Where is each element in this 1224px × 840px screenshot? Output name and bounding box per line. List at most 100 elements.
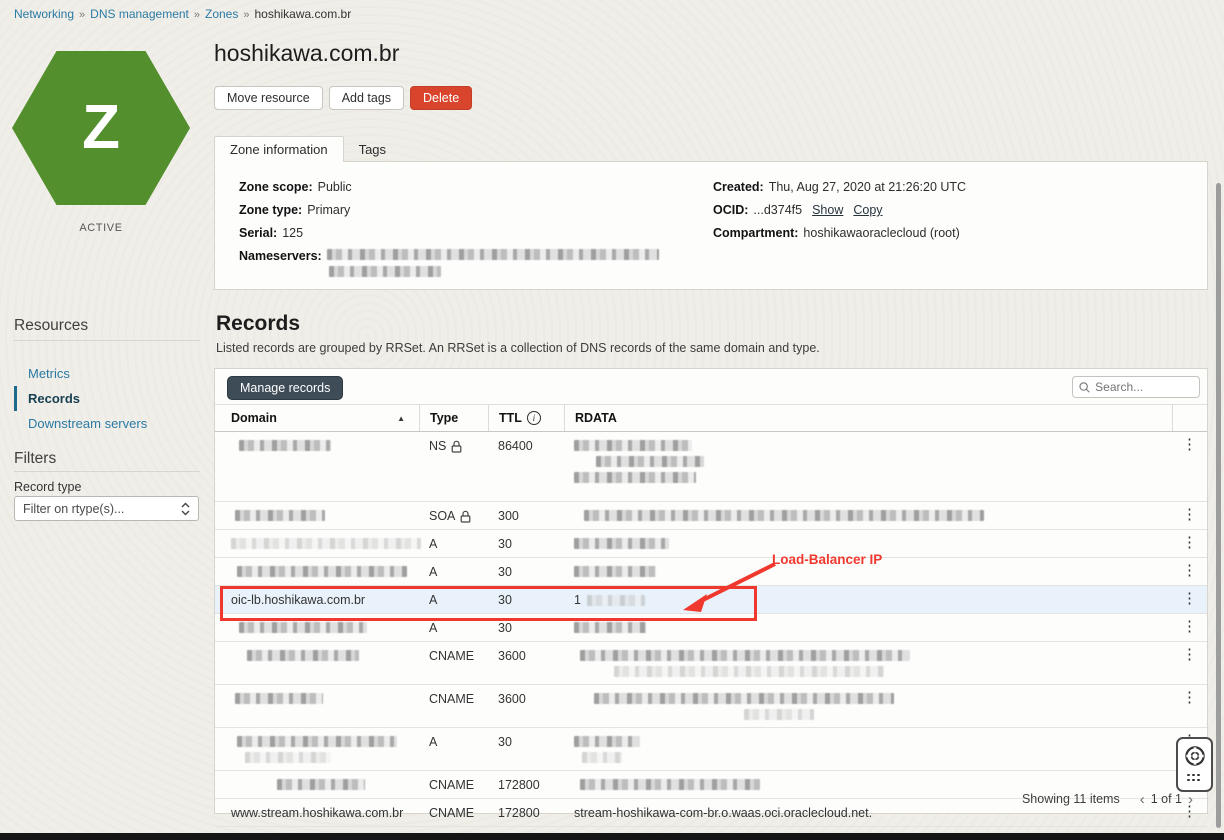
redacted-text — [580, 650, 910, 661]
record-type-cell: A — [419, 728, 488, 751]
record-actions-cell: ⋮ — [1172, 642, 1207, 662]
record-rdata-cell — [564, 614, 1172, 640]
table-row[interactable]: SOA300⋮ — [215, 502, 1207, 530]
table-row[interactable]: A30⋮ — [215, 530, 1207, 558]
vertical-scrollbar[interactable] — [1216, 183, 1221, 828]
move-resource-button[interactable]: Move resource — [214, 86, 323, 110]
redacted-text — [235, 510, 325, 521]
record-type-select[interactable]: Filter on rtype(s)... — [14, 496, 199, 521]
previous-page-chevron-icon[interactable]: ‹ — [1136, 792, 1149, 807]
breadcrumb-separator: » — [194, 9, 200, 21]
record-domain-cell: oic-lb.hoshikawa.com.br — [215, 586, 419, 609]
sidebar-item-records[interactable]: Records — [14, 386, 200, 411]
row-kebab-menu-icon[interactable]: ⋮ — [1182, 534, 1197, 551]
redacted-text — [574, 622, 646, 633]
redacted-text — [594, 693, 894, 704]
column-header-type[interactable]: Type — [419, 405, 488, 431]
nameservers-redacted-value — [327, 249, 659, 283]
redacted-text — [237, 736, 397, 747]
record-domain-cell — [215, 685, 419, 711]
records-table-footer: Showing 11 items ‹ 1 of 1 › — [215, 785, 1207, 813]
ttl-info-icon[interactable]: i — [527, 411, 541, 425]
row-kebab-menu-icon[interactable]: ⋮ — [1182, 590, 1197, 607]
record-ttl-cell: 30 — [488, 558, 564, 581]
record-type-cell: A — [419, 530, 488, 553]
window-bottom-edge — [0, 833, 1224, 840]
column-header-ttl[interactable]: TTLi — [488, 405, 564, 431]
search-box[interactable] — [1072, 376, 1200, 398]
nameservers-field: Nameservers: — [239, 249, 659, 283]
sidebar-item-metrics[interactable]: Metrics — [14, 361, 200, 386]
select-updown-icon — [181, 502, 190, 516]
zone-badge-letter: Z — [82, 97, 120, 159]
record-rdata-cell: 1 — [564, 586, 1172, 609]
record-domain-cell — [215, 614, 419, 640]
apps-grid-icon[interactable] — [1187, 774, 1202, 784]
redacted-text — [235, 693, 323, 704]
row-kebab-menu-icon[interactable]: ⋮ — [1182, 646, 1197, 663]
redacted-text — [744, 709, 814, 720]
floating-utility-widget — [1176, 737, 1213, 792]
redacted-text — [329, 266, 441, 277]
row-kebab-menu-icon[interactable]: ⋮ — [1182, 689, 1197, 706]
manage-records-button[interactable]: Manage records — [227, 376, 343, 400]
zone-status-hexagon-icon: Z — [12, 51, 190, 205]
row-kebab-menu-icon[interactable]: ⋮ — [1182, 436, 1197, 453]
records-section-title: Records — [216, 312, 300, 336]
ocid-show-link[interactable]: Show — [812, 203, 843, 217]
sort-asc-icon[interactable]: ▲ — [397, 414, 405, 423]
breadcrumb-separator: » — [243, 9, 249, 21]
column-header-actions — [1172, 405, 1207, 431]
row-kebab-menu-icon[interactable]: ⋮ — [1182, 618, 1197, 635]
redacted-text — [237, 566, 407, 577]
record-type-cell: A — [419, 614, 488, 637]
breadcrumb-link-dns-management[interactable]: DNS management — [90, 7, 189, 21]
record-rdata-cell — [564, 502, 1172, 528]
table-row[interactable]: NS86400⋮ — [215, 432, 1207, 502]
annotation-label: Load-Balancer IP — [772, 552, 882, 567]
column-header-domain[interactable]: Domain▲ — [215, 405, 419, 431]
table-row[interactable]: A30⋮ — [215, 728, 1207, 771]
sidebar-item-downstream-servers[interactable]: Downstream servers — [14, 411, 200, 436]
add-tags-button[interactable]: Add tags — [329, 86, 404, 110]
table-row[interactable]: oic-lb.hoshikawa.com.brA301⋮ — [215, 586, 1207, 614]
help-lifering-icon[interactable] — [1184, 745, 1206, 767]
record-type-cell: NS — [419, 432, 488, 455]
breadcrumb-link-networking[interactable]: Networking — [14, 7, 74, 21]
table-row[interactable]: A30⋮ — [215, 558, 1207, 586]
page-title: hoshikawa.com.br — [214, 40, 399, 67]
record-rdata-cell — [564, 642, 1172, 684]
record-type-cell: CNAME — [419, 685, 488, 708]
delete-button[interactable]: Delete — [410, 86, 472, 110]
row-kebab-menu-icon[interactable]: ⋮ — [1182, 506, 1197, 523]
redacted-text — [247, 650, 359, 661]
column-header-rdata[interactable]: RDATA — [564, 405, 1172, 431]
redacted-text — [327, 249, 659, 260]
redacted-text — [584, 510, 984, 521]
redacted-text — [239, 440, 331, 451]
tab-zone-information[interactable]: Zone information — [214, 136, 344, 162]
breadcrumb-link-zones[interactable]: Zones — [205, 7, 238, 21]
record-actions-cell: ⋮ — [1172, 685, 1207, 705]
redacted-text — [245, 752, 331, 763]
records-table-body: NS86400⋮SOA300⋮A30⋮A30⋮oic-lb.hoshikawa.… — [215, 432, 1207, 827]
table-row[interactable]: A30⋮ — [215, 614, 1207, 642]
search-input[interactable] — [1095, 380, 1193, 394]
row-kebab-menu-icon[interactable]: ⋮ — [1182, 562, 1197, 579]
record-type-cell: A — [419, 586, 488, 609]
status-badge: ACTIVE — [12, 222, 190, 234]
table-row[interactable]: CNAME3600⋮ — [215, 642, 1207, 685]
redacted-text — [574, 440, 692, 451]
record-rdata-cell — [564, 728, 1172, 770]
redacted-text — [239, 622, 367, 633]
redacted-text — [582, 752, 622, 763]
record-domain-cell — [215, 530, 419, 556]
breadcrumb-current: hoshikawa.com.br — [254, 7, 351, 21]
record-actions-cell: ⋮ — [1172, 530, 1207, 550]
redacted-text — [574, 736, 640, 747]
ocid-copy-link[interactable]: Copy — [853, 203, 882, 217]
table-row[interactable]: CNAME3600⋮ — [215, 685, 1207, 728]
next-page-chevron-icon[interactable]: › — [1184, 792, 1197, 807]
tab-tags[interactable]: Tags — [344, 136, 401, 162]
zone-type-field: Zone type:Primary — [239, 203, 659, 217]
